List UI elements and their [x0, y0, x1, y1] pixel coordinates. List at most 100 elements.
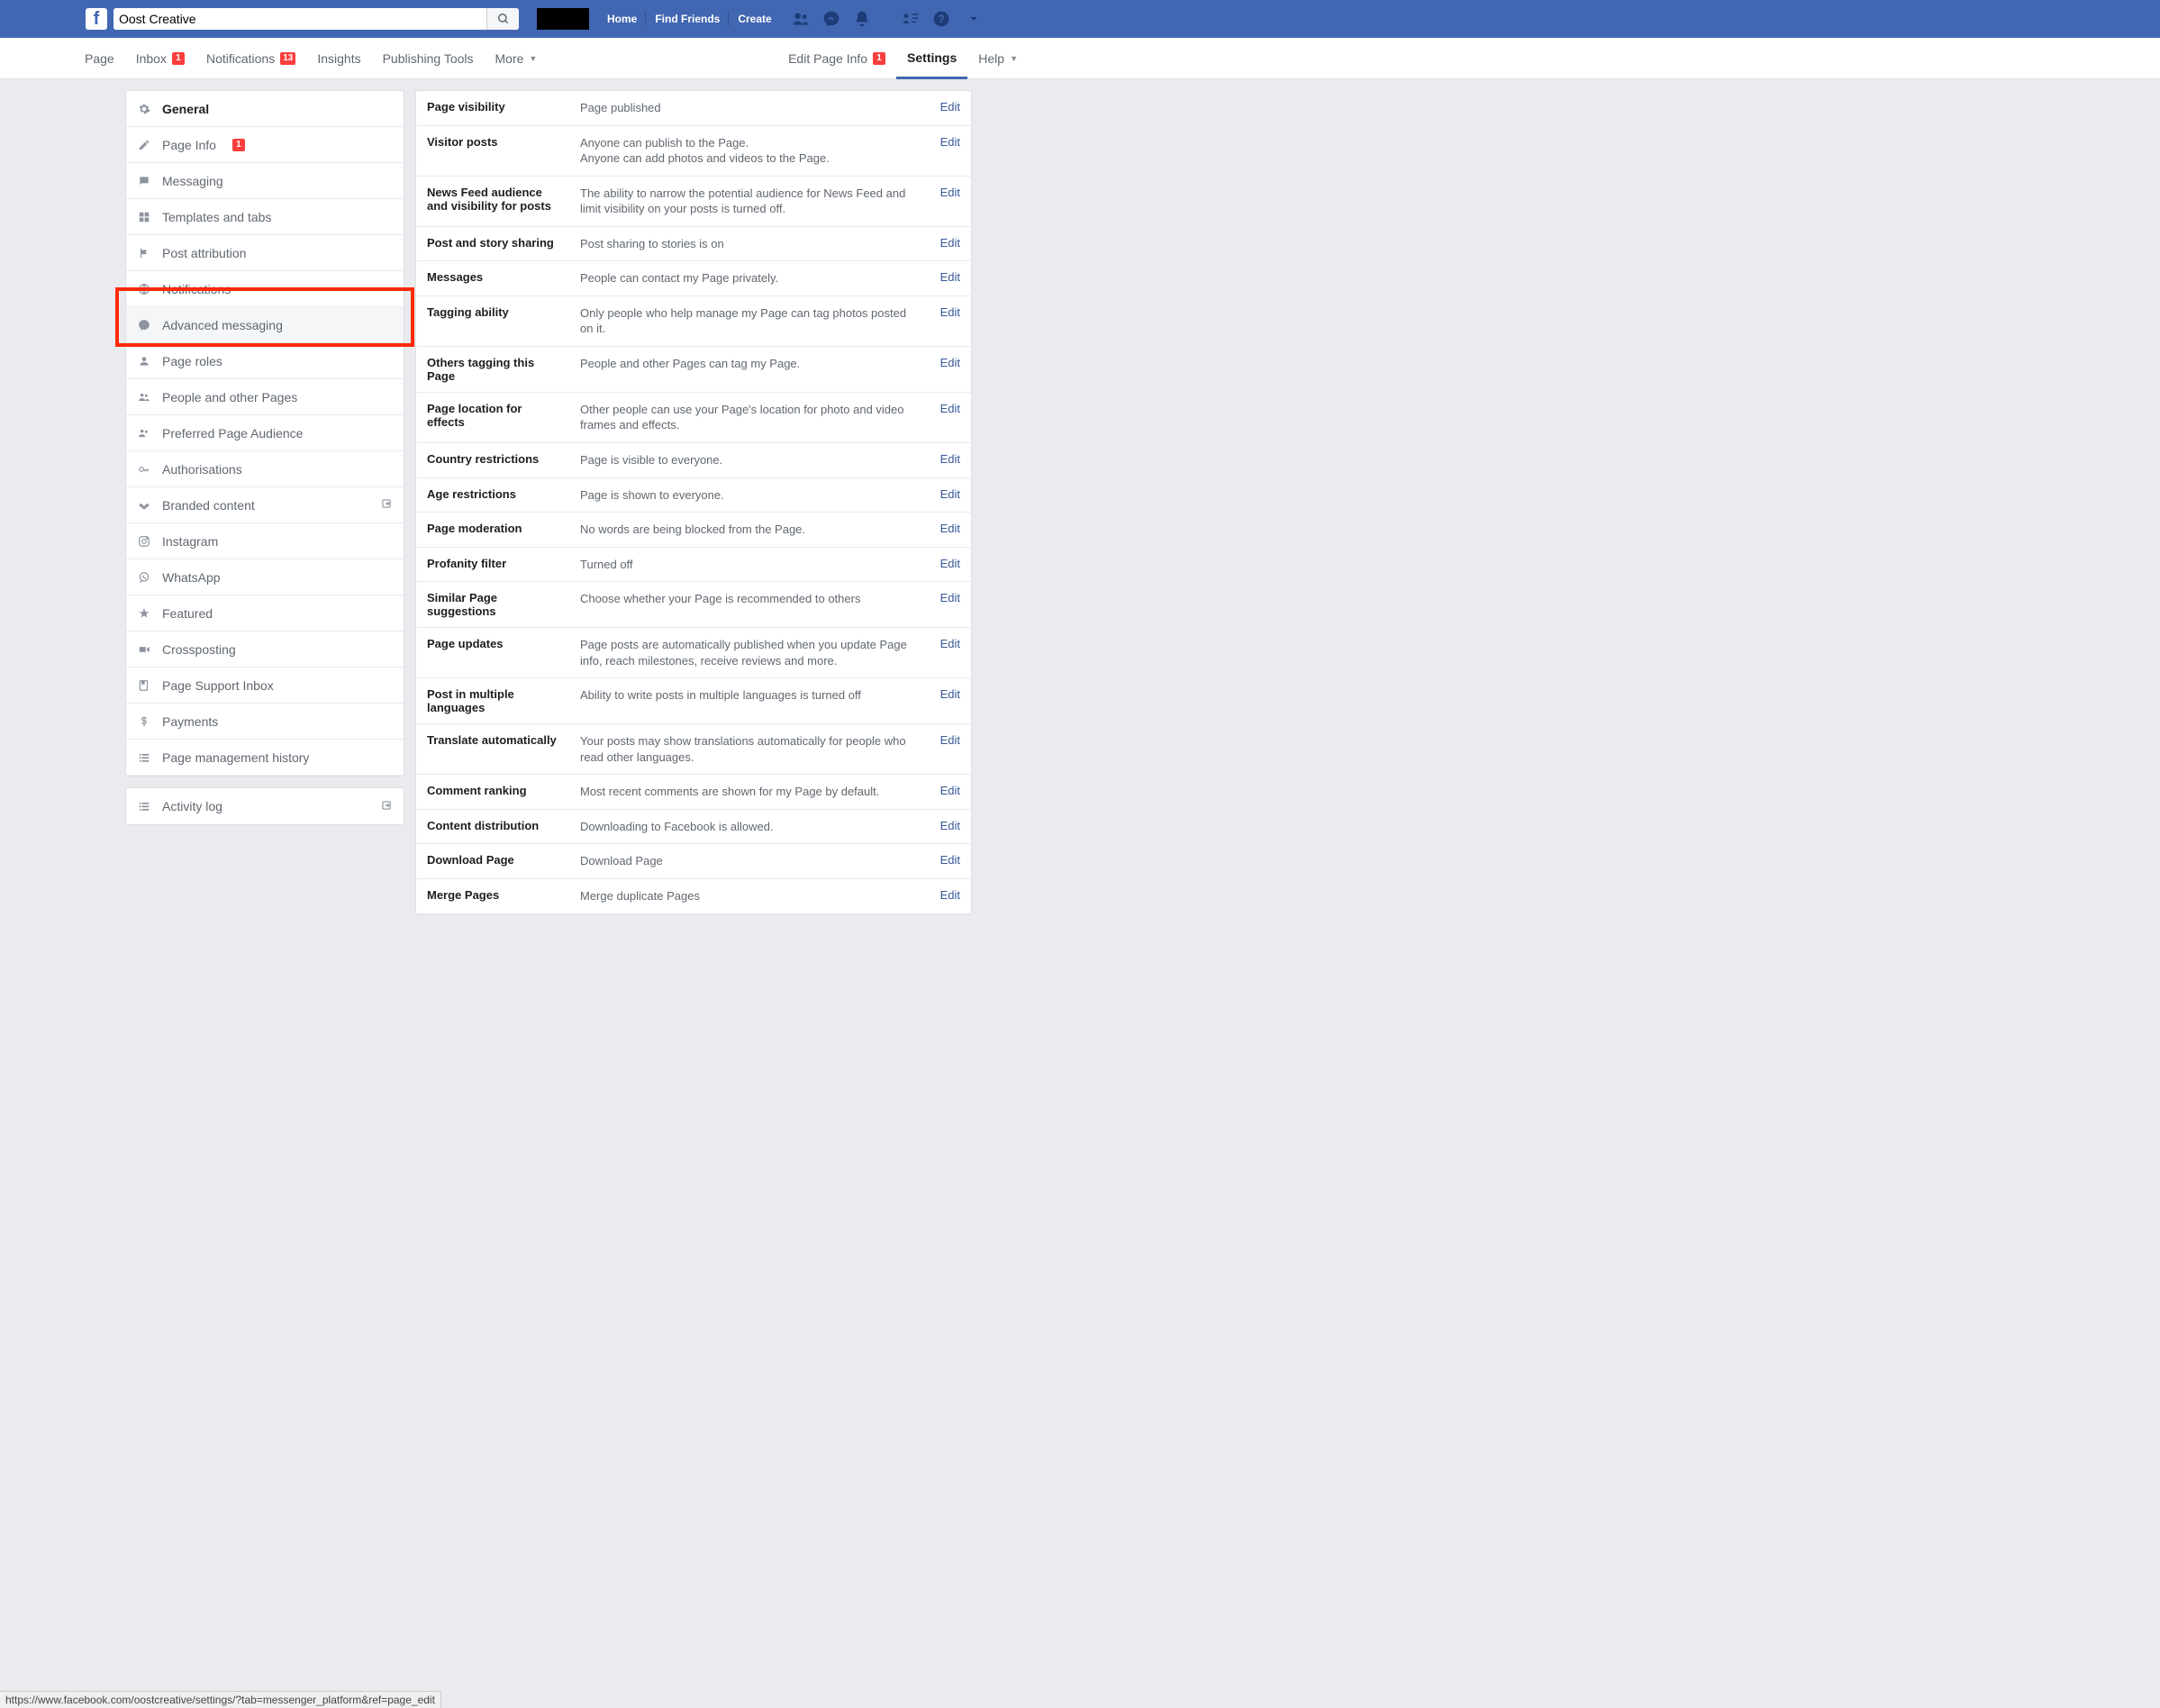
- setting-label: Messages: [427, 270, 562, 284]
- list-icon: [137, 799, 151, 813]
- tab-page[interactable]: Page: [74, 38, 125, 78]
- edit-link[interactable]: Edit: [940, 305, 960, 319]
- setting-description: Only people who help manage my Page can …: [580, 305, 922, 337]
- setting-description: Choose whether your Page is recommended …: [580, 591, 922, 607]
- tab-insights[interactable]: Insights: [306, 38, 371, 78]
- setting-description: Downloading to Facebook is allowed.: [580, 819, 922, 835]
- setting-description: Download Page: [580, 853, 922, 869]
- search-button[interactable]: [486, 8, 519, 30]
- dollar-icon: [137, 714, 151, 729]
- sidebar-item-crossposting[interactable]: Crossposting: [126, 631, 404, 668]
- setting-description: Turned off: [580, 557, 922, 573]
- sidebar-item-label: Messaging: [162, 174, 223, 188]
- edit-link[interactable]: Edit: [940, 100, 960, 114]
- setting-row: Translate automaticallyYour posts may sh…: [416, 724, 971, 775]
- setting-description: No words are being blocked from the Page…: [580, 522, 922, 538]
- tab-edit-page-info[interactable]: Edit Page Info 1: [777, 38, 896, 78]
- edit-link[interactable]: Edit: [940, 356, 960, 369]
- notifications-icon[interactable]: [853, 10, 871, 28]
- setting-row: Tagging abilityOnly people who help mana…: [416, 296, 971, 347]
- edit-link[interactable]: Edit: [940, 687, 960, 701]
- audience-icon: [137, 426, 151, 441]
- edit-link[interactable]: Edit: [940, 402, 960, 415]
- settings-panel: Page visibilityPage publishedEditVisitor…: [415, 90, 972, 914]
- setting-description: Page is shown to everyone.: [580, 487, 922, 504]
- search-input[interactable]: [113, 8, 486, 30]
- nav-create[interactable]: Create: [729, 8, 780, 30]
- quick-help-icon[interactable]: [902, 10, 920, 28]
- setting-label: Merge Pages: [427, 888, 562, 902]
- flag-icon: [137, 246, 151, 260]
- sidebar-item-support-inbox[interactable]: Page Support Inbox: [126, 668, 404, 704]
- setting-description: Other people can use your Page's locatio…: [580, 402, 922, 433]
- edit-link[interactable]: Edit: [940, 557, 960, 570]
- tab-notifications[interactable]: Notifications 13: [195, 38, 306, 78]
- sidebar-item-preferred-audience[interactable]: Preferred Page Audience: [126, 415, 404, 451]
- edit-link[interactable]: Edit: [940, 637, 960, 650]
- subnav-inner: Page Inbox 1 Notifications 13 Insights P…: [74, 38, 1029, 78]
- grid-icon: [137, 210, 151, 224]
- tab-inbox-label: Inbox: [136, 51, 167, 66]
- sidebar-item-general[interactable]: General: [126, 91, 404, 127]
- sidebar-menu-card: General Page Info 1 Messaging Templa: [125, 90, 404, 777]
- video-icon: [137, 642, 151, 657]
- pencil-icon: [137, 138, 151, 152]
- key-icon: [137, 462, 151, 477]
- setting-description: Page posts are automatically published w…: [580, 637, 922, 668]
- status-bar-url: https://www.facebook.com/oostcreative/se…: [0, 1691, 441, 1708]
- setting-label: Post and story sharing: [427, 236, 562, 250]
- sidebar-item-notifications[interactable]: Notifications: [126, 271, 404, 307]
- edit-link[interactable]: Edit: [940, 733, 960, 747]
- edit-link[interactable]: Edit: [940, 270, 960, 284]
- tab-settings[interactable]: Settings: [896, 39, 967, 79]
- nav-home[interactable]: Home: [598, 8, 646, 30]
- setting-label: Download Page: [427, 853, 562, 867]
- edit-link[interactable]: Edit: [940, 452, 960, 466]
- tab-more[interactable]: More ▼: [485, 38, 549, 78]
- edit-link[interactable]: Edit: [940, 135, 960, 149]
- edit-link[interactable]: Edit: [940, 819, 960, 832]
- sidebar-item-authorisations[interactable]: Authorisations: [126, 451, 404, 487]
- tab-help[interactable]: Help ▼: [967, 38, 1029, 78]
- sidebar-item-templates[interactable]: Templates and tabs: [126, 199, 404, 235]
- sidebar-item-payments[interactable]: Payments: [126, 704, 404, 740]
- nav-find-friends[interactable]: Find Friends: [646, 8, 729, 30]
- edit-link[interactable]: Edit: [940, 888, 960, 902]
- tab-publishing[interactable]: Publishing Tools: [372, 38, 485, 78]
- sidebar-item-label: Instagram: [162, 534, 218, 549]
- sidebar-item-page-roles[interactable]: Page roles: [126, 343, 404, 379]
- edit-link[interactable]: Edit: [940, 186, 960, 199]
- sidebar-item-label: Payments: [162, 714, 218, 729]
- sidebar-item-people-pages[interactable]: People and other Pages: [126, 379, 404, 415]
- sidebar-item-advanced-messaging[interactable]: Advanced messaging: [126, 307, 404, 343]
- edit-link[interactable]: Edit: [940, 487, 960, 501]
- setting-row: Post in multiple languagesAbility to wri…: [416, 678, 971, 724]
- edit-link[interactable]: Edit: [940, 591, 960, 604]
- sidebar-item-branded-content[interactable]: Branded content: [126, 487, 404, 523]
- sidebar-item-activity-log[interactable]: Activity log: [126, 788, 404, 824]
- sidebar-item-management-history[interactable]: Page management history: [126, 740, 404, 776]
- edit-link[interactable]: Edit: [940, 853, 960, 867]
- sidebar-item-featured[interactable]: Featured: [126, 595, 404, 631]
- sidebar-item-whatsapp[interactable]: WhatsApp: [126, 559, 404, 595]
- tab-help-label: Help: [978, 51, 1004, 66]
- setting-description: People and other Pages can tag my Page.: [580, 356, 922, 372]
- messenger-icon[interactable]: [822, 10, 840, 28]
- external-icon: [380, 799, 393, 814]
- profile-redacted[interactable]: [537, 8, 589, 30]
- sidebar-item-label: Preferred Page Audience: [162, 426, 303, 441]
- tab-inbox[interactable]: Inbox 1: [125, 38, 195, 78]
- facebook-logo[interactable]: f: [86, 8, 107, 30]
- sidebar-item-post-attribution[interactable]: Post attribution: [126, 235, 404, 271]
- edit-link[interactable]: Edit: [940, 784, 960, 797]
- sidebar-item-messaging[interactable]: Messaging: [126, 163, 404, 199]
- account-menu-caret-icon[interactable]: [968, 14, 979, 24]
- edit-link[interactable]: Edit: [940, 522, 960, 535]
- help-icon[interactable]: ?: [932, 10, 950, 28]
- friend-requests-icon[interactable]: [792, 10, 810, 28]
- setting-description: People can contact my Page privately.: [580, 270, 922, 286]
- setting-label: Similar Page suggestions: [427, 591, 562, 618]
- edit-link[interactable]: Edit: [940, 236, 960, 250]
- sidebar-item-page-info[interactable]: Page Info 1: [126, 127, 404, 163]
- sidebar-item-instagram[interactable]: Instagram: [126, 523, 404, 559]
